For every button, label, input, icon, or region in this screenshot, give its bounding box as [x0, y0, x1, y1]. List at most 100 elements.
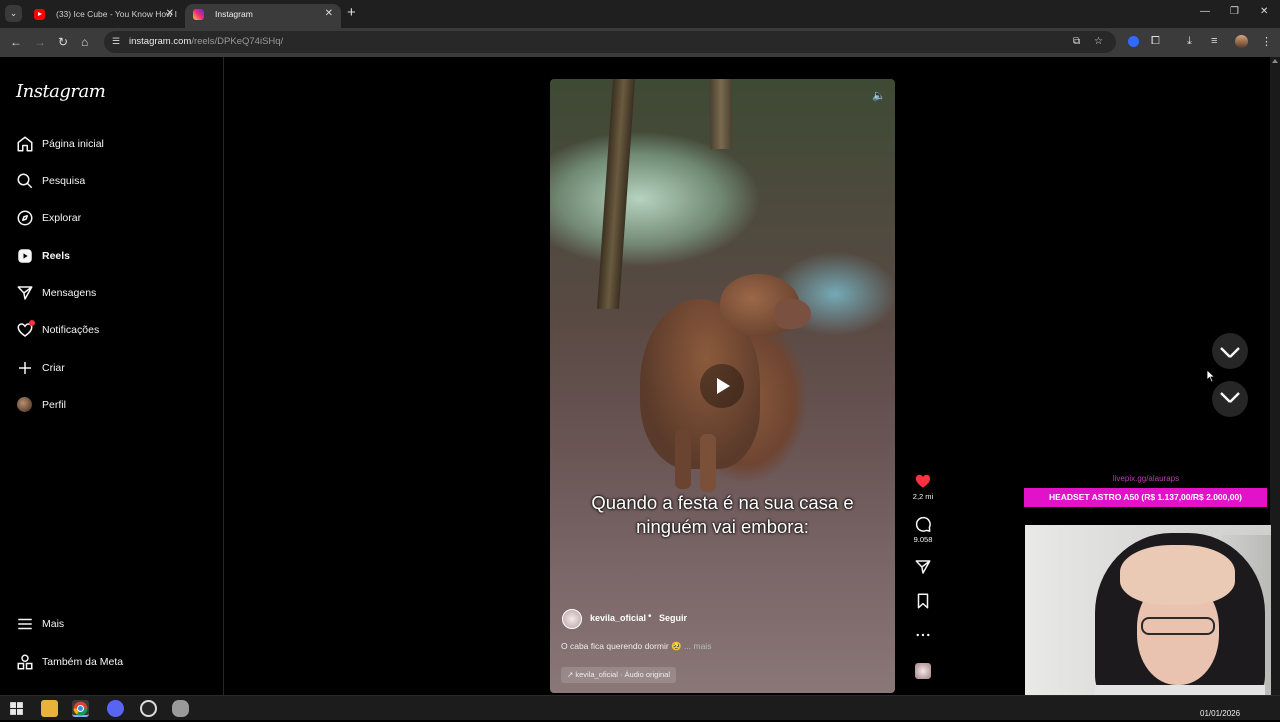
- sidebar-item-label: Mais: [42, 618, 65, 630]
- app-icon[interactable]: [172, 700, 189, 717]
- video-scene: [710, 79, 732, 149]
- sidebar-item-label: Mensagens: [42, 287, 97, 299]
- reel-footer: kevila_oficial • Seguir O caba fica quer…: [550, 599, 895, 693]
- tab-close-icon[interactable]: ✕: [166, 4, 174, 24]
- forward-arrow-icon[interactable]: →: [34, 35, 46, 49]
- reel-video[interactable]: 🔈 Quando a festa é na sua casa e ninguém…: [550, 79, 895, 693]
- reload-icon[interactable]: ↻: [58, 35, 68, 49]
- reel-description: O caba fica querendo dormir 🥹 ... mais: [561, 641, 712, 651]
- search-icon: [17, 173, 33, 189]
- video-scene: [596, 79, 636, 309]
- close-window-icon[interactable]: ✕: [1260, 6, 1268, 17]
- donation-link: livepix.gg/alauraps: [1112, 474, 1180, 483]
- chevron-down-icon: [1220, 392, 1240, 403]
- media-control-icon[interactable]: ≡: [1211, 35, 1217, 47]
- sidebar-item-search[interactable]: Pesquisa: [16, 169, 216, 193]
- minimize-icon[interactable]: —: [1200, 6, 1210, 17]
- tab-search-chevron-icon[interactable]: ⌄: [5, 5, 22, 22]
- obs-icon[interactable]: [140, 700, 157, 717]
- notification-dot: [29, 320, 35, 326]
- paper-plane-icon: [915, 560, 931, 574]
- tab-label: Instagram: [215, 9, 253, 19]
- sidebar-item-explore[interactable]: Explorar: [16, 206, 216, 230]
- profile-avatar-icon: [17, 397, 32, 412]
- more-link[interactable]: ... mais: [684, 641, 711, 651]
- bookmark-star-icon[interactable]: ☆: [1094, 36, 1103, 47]
- file-explorer-icon[interactable]: [41, 700, 58, 717]
- previous-reel-button[interactable]: [1212, 333, 1248, 369]
- discord-icon[interactable]: [107, 700, 124, 717]
- follow-button[interactable]: Seguir: [659, 613, 687, 623]
- plus-icon: [19, 362, 31, 374]
- sidebar-item-meta[interactable]: Também da Meta: [16, 650, 216, 674]
- instagram-icon: [193, 9, 204, 20]
- like-count: 2,2 mi: [912, 492, 934, 501]
- url-text[interactable]: instagram.com/reels/DPKeQ74iSHq/: [129, 36, 283, 47]
- tab-label: (33) Ice Cube - You Know How I: [56, 9, 177, 19]
- tab-instagram[interactable]: Instagram ✕: [185, 4, 341, 28]
- sidebar-item-more[interactable]: Mais: [16, 612, 216, 636]
- heart-filled-icon: [915, 474, 931, 488]
- comment-button[interactable]: 9.058: [904, 515, 942, 544]
- back-arrow-icon[interactable]: ←: [10, 35, 22, 49]
- address-bar[interactable]: ☰ instagram.com/reels/DPKeQ74iSHq/ ⧉ ☆: [104, 31, 1116, 53]
- tab-youtube[interactable]: (33) Ice Cube - You Know How I ✕: [26, 4, 182, 28]
- browser-menu-icon[interactable]: ⋮: [1261, 35, 1272, 48]
- install-app-icon[interactable]: ⧉: [1073, 36, 1080, 47]
- video-scene: [675, 429, 691, 489]
- audio-link[interactable]: ↗ kevila_oficial · Áudio original: [561, 667, 677, 683]
- extensions-puzzle-icon[interactable]: ⧠: [1151, 35, 1160, 48]
- video-scene: [700, 434, 716, 492]
- windows-start-icon[interactable]: [8, 700, 25, 717]
- sidebar-item-home[interactable]: Página inicial: [16, 132, 216, 156]
- webcam-scene: [1120, 545, 1235, 605]
- video-scene: [775, 299, 811, 329]
- donation-goal-banner: HEADSET ASTRO A50 (R$ 1.137,00/R$ 2.000,…: [1024, 488, 1267, 507]
- sidebar-item-create[interactable]: Criar: [16, 356, 216, 380]
- save-button[interactable]: [904, 592, 942, 610]
- ellipsis-icon: [916, 633, 930, 637]
- site-info-icon[interactable]: ☰: [112, 36, 123, 47]
- download-icon[interactable]: ⤓: [1187, 35, 1192, 48]
- audio-thumbnail[interactable]: [915, 663, 931, 679]
- home-button-icon[interactable]: ⌂: [81, 35, 88, 49]
- new-tab-button[interactable]: +: [347, 5, 356, 21]
- sidebar-item-label: Notificações: [42, 324, 100, 336]
- mouse-cursor-icon: [1206, 369, 1216, 383]
- instagram-logo[interactable]: Instagram: [16, 81, 106, 102]
- comment-count: 9.058: [913, 535, 933, 544]
- sidebar-item-label: Pesquisa: [42, 175, 86, 187]
- author-avatar[interactable]: [562, 609, 582, 629]
- tab-close-icon[interactable]: ✕: [325, 4, 333, 24]
- webcam-scene: [1141, 617, 1215, 635]
- windows-taskbar: 01/01/2026: [0, 695, 1280, 720]
- restore-icon[interactable]: ❐: [1230, 6, 1239, 17]
- sidebar-item-label: Perfil: [42, 399, 66, 411]
- sidebar-item-messages[interactable]: Mensagens: [16, 281, 216, 305]
- reels-icon: [18, 249, 32, 263]
- sidebar: Instagram Página inicial Pesquisa Explor…: [0, 57, 224, 695]
- like-button[interactable]: 2,2 mi: [904, 472, 942, 501]
- page-scrollbar[interactable]: [1270, 57, 1280, 695]
- sidebar-item-reels[interactable]: Reels: [16, 244, 216, 268]
- next-reel-button[interactable]: [1212, 381, 1248, 417]
- sidebar-item-label: Explorar: [42, 212, 82, 224]
- sidebar-item-notifications[interactable]: Notificações: [16, 318, 216, 342]
- chrome-taskbar-button[interactable]: [72, 700, 89, 717]
- author-name[interactable]: kevila_oficial: [590, 613, 646, 623]
- play-icon[interactable]: [700, 364, 744, 408]
- video-caption-overlay: Quando a festa é na sua casa e ninguém v…: [591, 492, 854, 537]
- share-button[interactable]: [904, 558, 942, 576]
- sidebar-item-label: Também da Meta: [42, 656, 124, 668]
- menu-icon: [18, 618, 32, 630]
- more-options-button[interactable]: [904, 626, 942, 644]
- scroll-up-icon[interactable]: [1272, 59, 1278, 63]
- sidebar-item-profile[interactable]: Perfil: [16, 393, 216, 417]
- chevron-up-icon: [1220, 347, 1240, 358]
- browser-profile-icon[interactable]: [1235, 35, 1248, 48]
- volume-icon[interactable]: 🔈: [872, 89, 886, 103]
- bookmark-icon: [917, 593, 929, 609]
- chrome-icon: [73, 701, 88, 716]
- extension-blue-icon[interactable]: [1128, 36, 1139, 47]
- separator: •: [648, 611, 652, 622]
